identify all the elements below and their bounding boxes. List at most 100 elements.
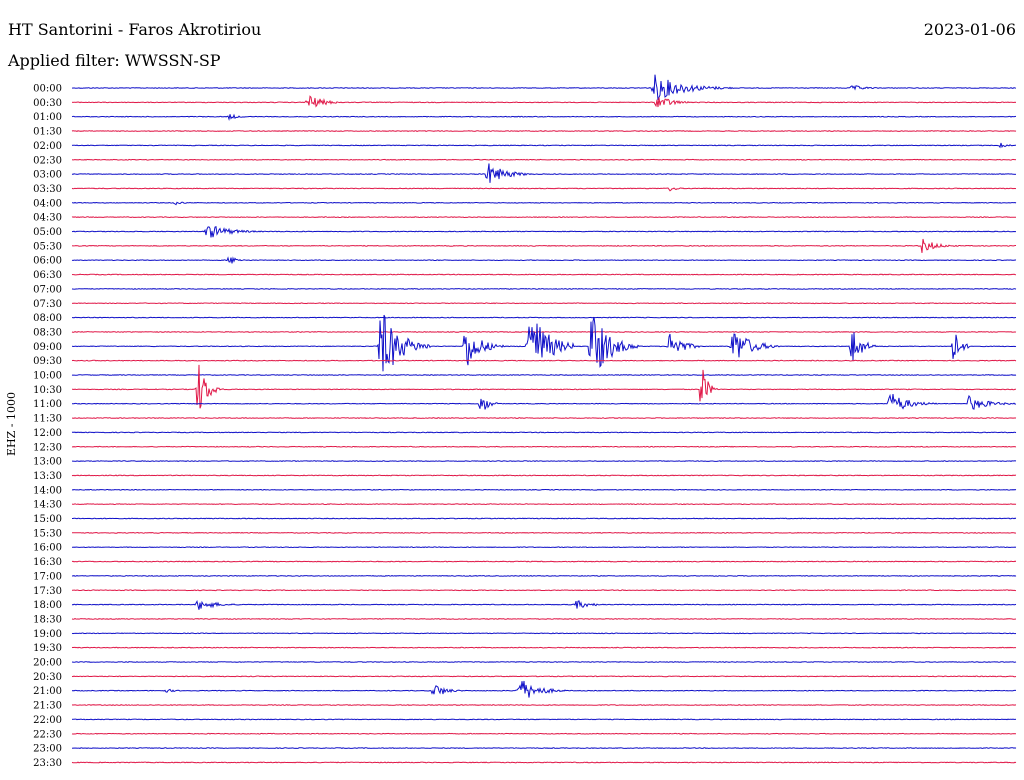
row-time-label: 19:30 (33, 643, 62, 654)
row-time-label: 08:30 (33, 327, 62, 338)
row-time-label: 22:30 (33, 729, 62, 740)
trace-line (71, 488, 1017, 491)
trace-line (71, 216, 1016, 219)
row-time-label: 00:00 (33, 84, 62, 95)
trace-line (71, 158, 1017, 161)
trace-line (71, 330, 1017, 333)
trace-line (71, 302, 1017, 305)
row-time-label: 17:30 (33, 586, 62, 597)
trace-group (71, 74, 1017, 764)
trace-line (71, 747, 1017, 749)
trace-line (71, 761, 1017, 764)
trace-line (71, 431, 1017, 434)
row-time-label: 06:00 (33, 256, 62, 267)
trace-line (71, 546, 1017, 549)
trace-line (71, 632, 1017, 635)
row-time-label: 08:00 (33, 313, 62, 324)
row-time-label: 15:30 (33, 528, 62, 539)
trace-line (71, 646, 1017, 649)
trace-line (71, 560, 1017, 563)
row-time-label: 21:00 (33, 686, 62, 697)
trace-line (71, 359, 1017, 362)
trace-line (71, 718, 1017, 721)
trace-line (72, 364, 1017, 409)
row-time-label: 03:00 (33, 170, 62, 181)
row-time-label: 23:00 (33, 744, 62, 755)
row-time-label: 14:30 (33, 500, 62, 511)
row-time-label: 19:00 (33, 629, 62, 640)
row-time-label: 13:30 (33, 471, 62, 482)
row-time-label: 22:00 (33, 715, 62, 726)
trace-line (71, 618, 1017, 620)
trace-line (71, 288, 1017, 290)
row-time-label: 03:30 (33, 184, 62, 195)
row-time-label: 11:00 (33, 399, 62, 410)
row-time-label: 10:30 (33, 385, 62, 396)
y-axis-label: EHZ - 1000 (5, 392, 18, 456)
row-time-label: 06:30 (33, 270, 62, 281)
trace-line (71, 187, 1017, 192)
trace-line (71, 95, 1017, 108)
row-time-label: 18:30 (33, 614, 62, 625)
row-time-label: 16:30 (33, 557, 62, 568)
trace-line (72, 417, 1017, 419)
row-time-label: 18:00 (33, 600, 62, 611)
trace-line (71, 314, 1017, 372)
row-time-label: 12:30 (33, 442, 62, 453)
row-time-label: 12:00 (33, 428, 62, 439)
trace-line (71, 374, 1017, 376)
trace-line (71, 503, 1017, 506)
trace-line (71, 575, 1017, 577)
trace-line (71, 273, 1017, 276)
trace-line (72, 393, 1017, 410)
trace-line (71, 238, 1016, 253)
row-time-label: 02:00 (33, 141, 62, 152)
row-time-label: 05:00 (33, 227, 62, 238)
trace-line (71, 142, 1016, 149)
helicorder-plot: 00:00 00:30 01:00 01:30 02:00 02:30 03:00 03:30… (5, 74, 1017, 769)
trace-line (72, 517, 1017, 520)
row-time-label: 21:30 (33, 701, 62, 712)
row-time-label: 11:30 (33, 414, 62, 425)
row-time-label: 07:00 (33, 284, 62, 295)
row-time-label: 04:30 (33, 213, 62, 224)
row-time-label: 14:00 (33, 485, 62, 496)
row-time-label: 20:00 (33, 658, 62, 669)
trace-line (72, 589, 1017, 592)
row-time-label: 01:00 (33, 112, 62, 123)
trace-line (72, 316, 1017, 319)
trace-line (72, 201, 1017, 206)
row-time-label: 01:30 (33, 127, 62, 138)
row-time-label: 02:30 (33, 155, 62, 166)
trace-line (71, 163, 1017, 183)
trace-line (71, 474, 1017, 477)
trace-line (72, 531, 1017, 534)
trace-line (71, 113, 1017, 122)
row-time-label: 13:00 (33, 457, 62, 468)
row-time-label: 16:00 (33, 543, 62, 554)
row-time-label: 09:30 (33, 356, 62, 367)
row-time-label: 05:30 (33, 241, 62, 252)
trace-line (71, 661, 1017, 663)
trace-line (71, 680, 1016, 698)
trace-line (71, 675, 1017, 678)
trace-line (71, 704, 1017, 706)
row-time-label: 15:00 (33, 514, 62, 525)
trace-line (71, 256, 1017, 264)
row-time-label: 20:30 (33, 672, 62, 683)
row-time-label: 17:00 (33, 571, 62, 582)
trace-line (71, 600, 1017, 610)
trace-line (71, 74, 1017, 100)
trace-line (72, 460, 1017, 462)
row-time-label: 10:00 (33, 371, 62, 382)
row-time-label: 07:30 (33, 299, 62, 310)
trace-line (71, 732, 1016, 735)
trace-line (71, 130, 1017, 132)
trace-line (71, 225, 1016, 238)
row-time-label: 00:30 (33, 98, 62, 109)
row-time-label: 09:00 (33, 342, 62, 353)
row-time-label: 04:00 (33, 198, 62, 209)
row-time-label: 23:30 (33, 758, 62, 769)
row-label-group: 00:00 00:30 01:00 01:30 02:00 02:30 03:00 03:30… (33, 84, 62, 769)
trace-line (71, 445, 1017, 448)
